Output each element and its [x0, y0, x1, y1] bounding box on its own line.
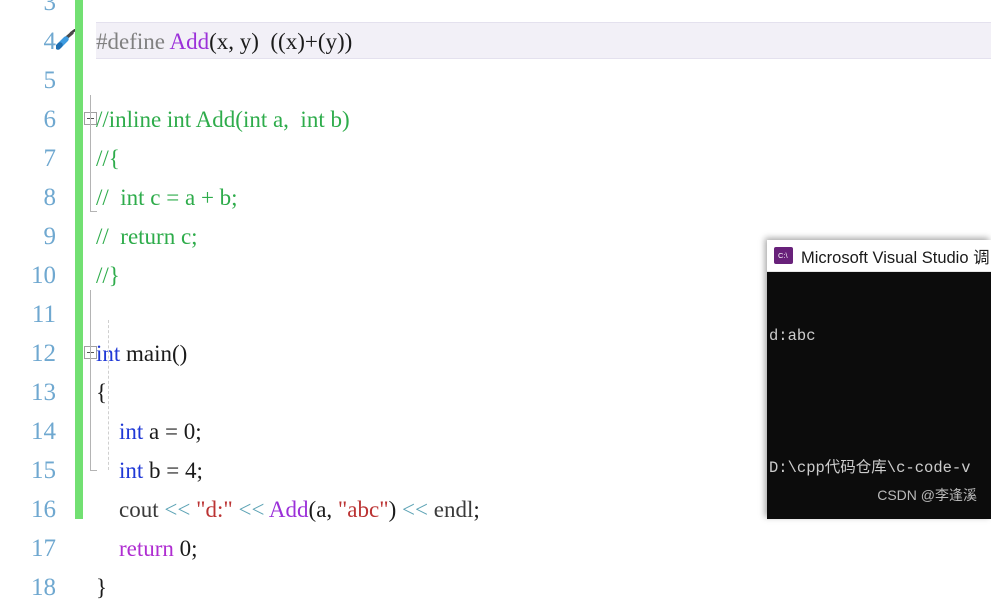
- code-text[interactable]: int b = 4;: [96, 451, 203, 490]
- code-token: //{: [96, 146, 120, 171]
- line-number: 16: [31, 496, 56, 523]
- line-number: 18: [31, 574, 56, 601]
- unsaved-changes-bar: [75, 0, 83, 519]
- code-token: ;: [195, 419, 202, 444]
- code-token: (a,: [308, 497, 338, 522]
- code-token: b =: [143, 458, 186, 483]
- line-number: 15: [31, 457, 56, 484]
- line-number: 8: [43, 184, 57, 211]
- code-token: "abc": [337, 497, 389, 522]
- console-output-blank-line: [769, 391, 991, 413]
- line-number: 14: [31, 418, 56, 445]
- outlining-guide-main-block-foot: [90, 470, 97, 471]
- line-number: 5: [43, 67, 57, 94]
- code-token: 0: [183, 419, 196, 444]
- code-token: //inline int Add(int a, int b): [96, 107, 350, 132]
- code-line[interactable]: 17 return 0;: [0, 529, 991, 568]
- code-token: ;: [191, 536, 198, 561]
- outlining-guide-comment-block: [90, 95, 91, 211]
- code-text[interactable]: //{: [96, 139, 120, 178]
- code-token: int: [119, 458, 144, 483]
- code-token: //}: [96, 263, 120, 288]
- console-output: d:abc D:\cpp代码仓库\c-code-v 按任意键关闭此窗口. . .: [767, 272, 991, 519]
- code-token: #define: [96, 29, 170, 54]
- code-token: return: [119, 536, 174, 561]
- console-output-line-1: d:abc: [769, 327, 816, 345]
- code-text[interactable]: return 0;: [96, 529, 198, 568]
- csdn-watermark: CSDN @李逢溪: [877, 487, 977, 503]
- code-text[interactable]: //inline int Add(int a, int b): [96, 100, 350, 139]
- code-token: Add: [169, 29, 210, 54]
- indent-guide: [108, 320, 109, 470]
- code-line[interactable]: 8 // int c = a + b;: [0, 178, 991, 217]
- code-text[interactable]: cout << "d:" << Add(a, "abc") << endl;: [96, 490, 480, 529]
- code-text[interactable]: // int c = a + b;: [96, 178, 238, 217]
- code-token: {: [96, 380, 108, 405]
- line-number: 7: [43, 145, 57, 172]
- code-token: endl: [433, 497, 474, 522]
- outlining-guide-comment-block-foot: [90, 211, 97, 212]
- code-text[interactable]: //}: [96, 256, 120, 295]
- code-token: ;: [196, 458, 203, 483]
- code-token: 4: [185, 458, 197, 483]
- svg-text:C:\: C:\: [778, 251, 789, 260]
- line-number: 10: [31, 262, 56, 289]
- code-text[interactable]: int a = 0;: [96, 412, 202, 451]
- code-line[interactable]: 6 //inline int Add(int a, int b): [0, 100, 991, 139]
- code-token: a =: [143, 419, 184, 444]
- line-number: 11: [31, 301, 56, 328]
- code-line[interactable]: 18}: [0, 568, 991, 607]
- code-token: ;: [473, 497, 480, 522]
- console-title-text: Microsoft Visual Studio 调: [801, 248, 990, 267]
- code-text[interactable]: int main(): [96, 334, 187, 373]
- code-token: <<: [402, 497, 428, 522]
- code-token: }: [96, 575, 108, 600]
- code-token: 0: [179, 536, 192, 561]
- line-number: 4: [43, 28, 57, 55]
- code-line[interactable]: 3: [0, 0, 991, 22]
- console-output-line-2: D:\cpp代码仓库\c-code-v: [769, 459, 971, 477]
- code-token: (x, y) ((x)+(y)): [209, 29, 353, 54]
- console-app-icon: C:\: [774, 247, 793, 264]
- code-token: "d:": [196, 497, 233, 522]
- line-number: 6: [43, 106, 57, 133]
- line-number: 9: [43, 223, 57, 250]
- code-token: <<: [238, 497, 265, 522]
- code-token: Add: [268, 497, 309, 522]
- debug-console-window[interactable]: C:\ Microsoft Visual Studio 调 d:abc D:\c…: [767, 240, 991, 519]
- outlining-guide-main-block: [90, 290, 91, 470]
- code-line[interactable]: 5: [0, 61, 991, 100]
- code-text[interactable]: // return c;: [96, 217, 198, 256]
- code-token: main(): [120, 341, 188, 366]
- line-number: 13: [31, 379, 56, 406]
- code-text[interactable]: #define Add(x, y) ((x)+(y)): [96, 22, 352, 61]
- code-token: <<: [164, 497, 191, 522]
- line-number: 12: [31, 340, 56, 367]
- console-titlebar[interactable]: C:\ Microsoft Visual Studio 调: [767, 240, 991, 272]
- code-line[interactable]: 4 #define Add(x, y) ((x)+(y)): [0, 22, 991, 61]
- code-line[interactable]: 7 //{: [0, 139, 991, 178]
- code-text[interactable]: {: [96, 373, 107, 412]
- code-token: cout: [119, 497, 159, 522]
- code-text[interactable]: }: [96, 568, 107, 607]
- line-number: 17: [31, 535, 56, 562]
- code-token: // int c = a + b;: [96, 185, 238, 210]
- code-token: // return c;: [96, 224, 198, 249]
- code-token: int: [119, 419, 144, 444]
- line-number: 3: [43, 0, 57, 16]
